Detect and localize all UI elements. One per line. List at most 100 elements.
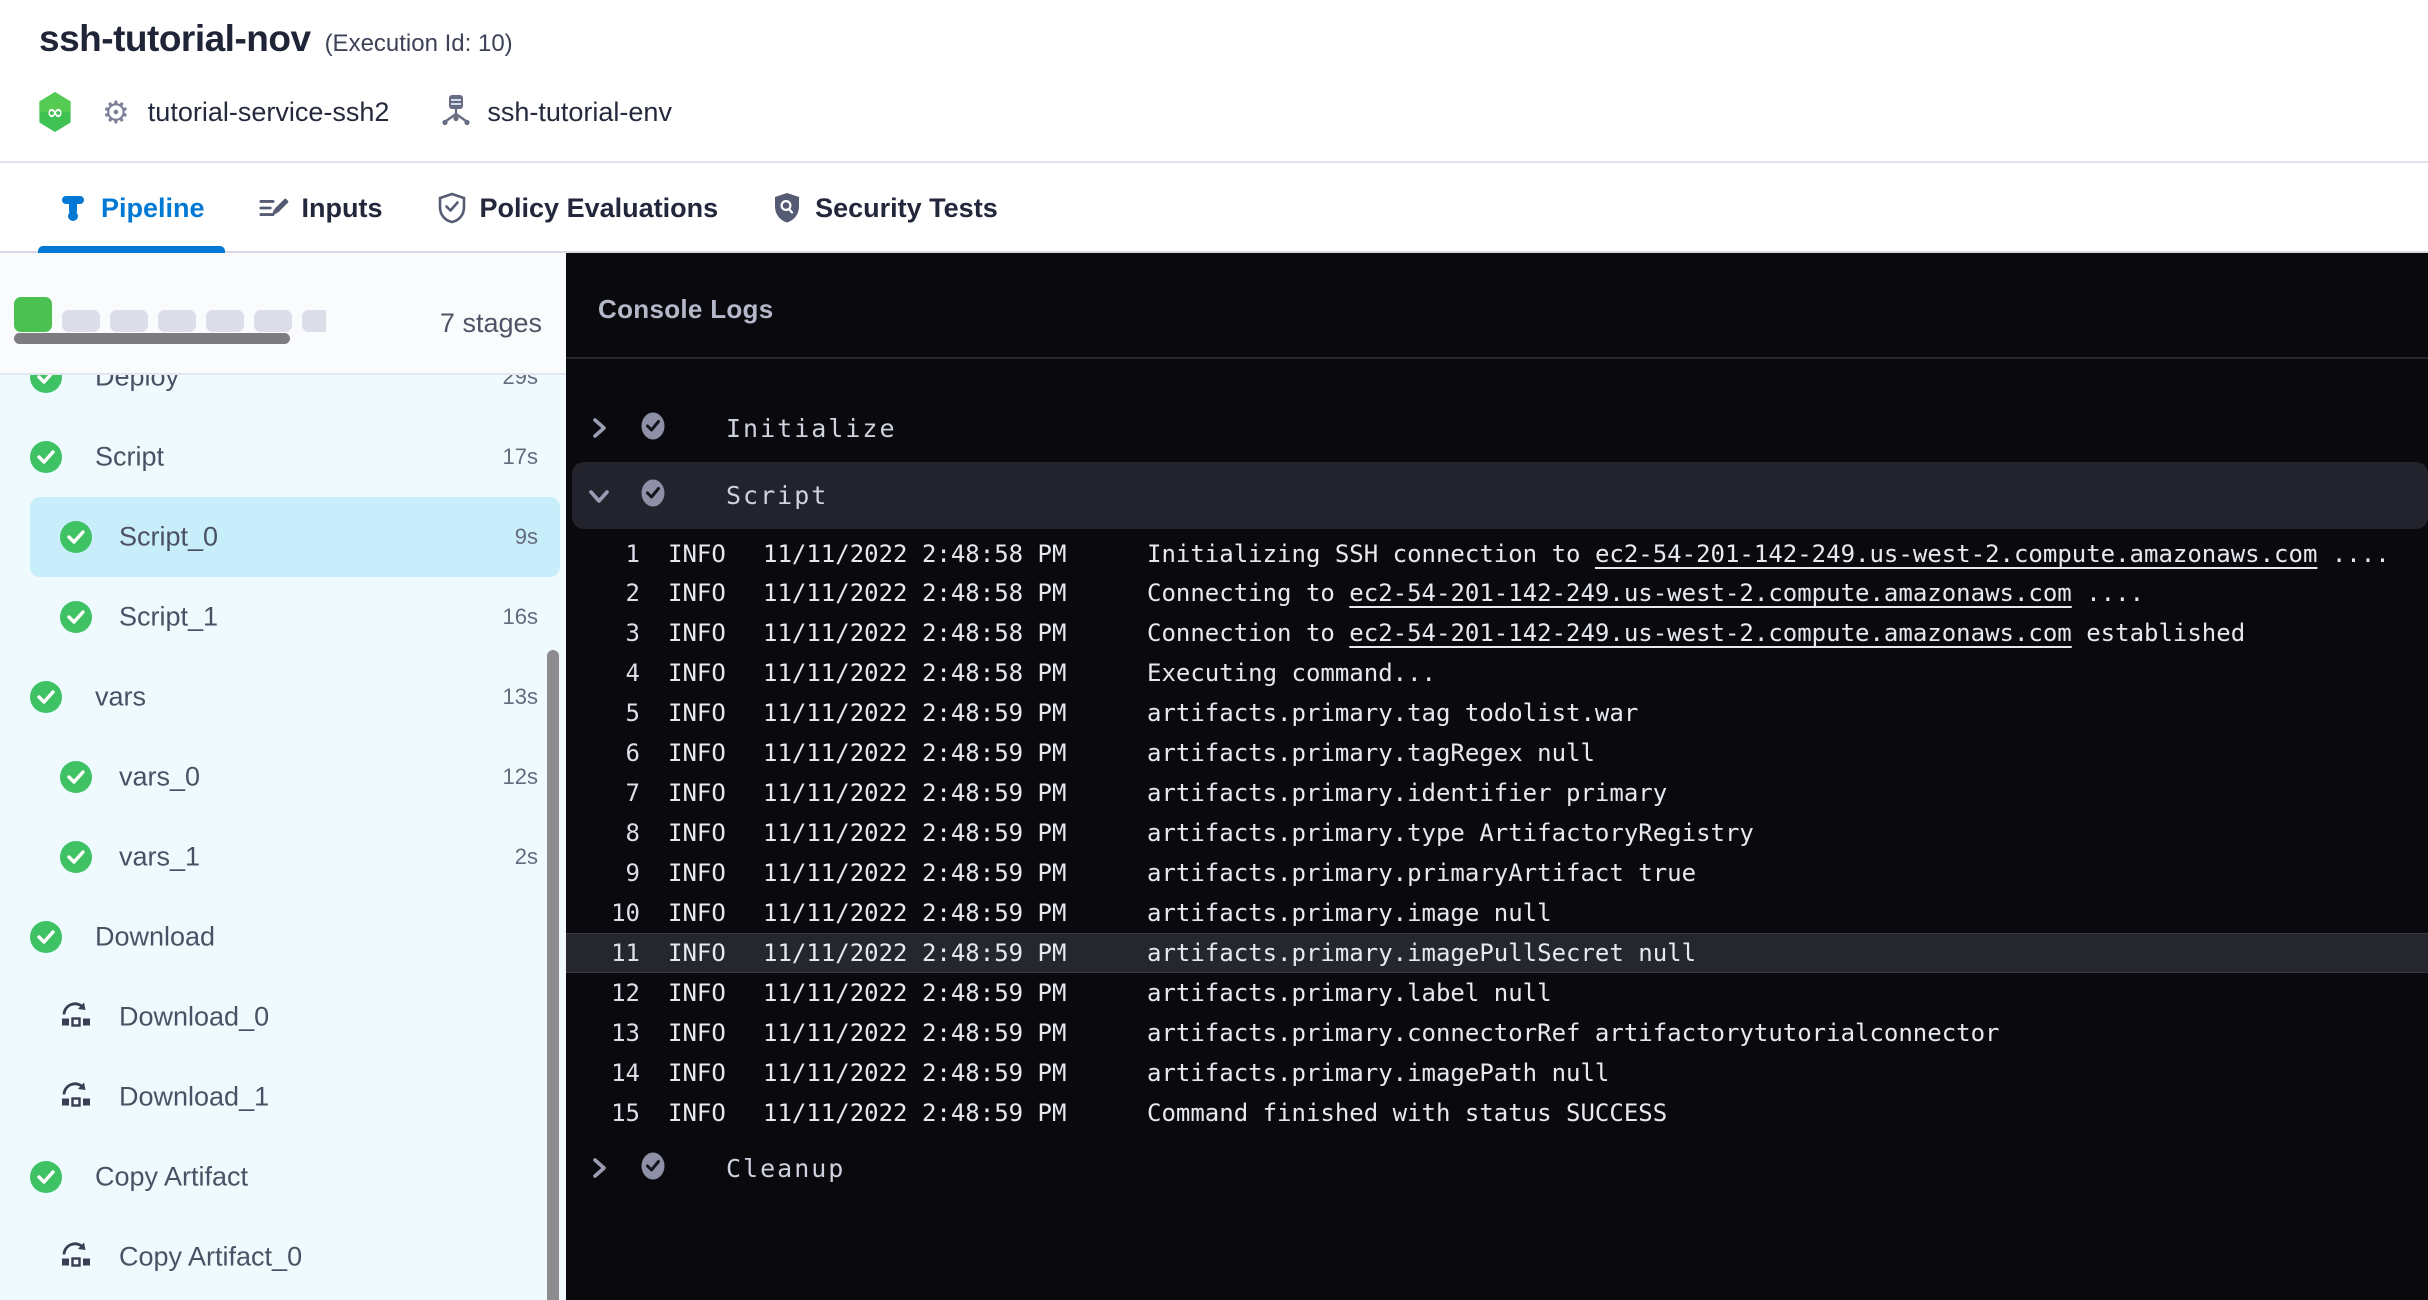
log-line-number: 10 <box>566 899 640 927</box>
section-success-icon <box>640 478 666 513</box>
stage-row-vars_0[interactable]: vars_012s <box>30 737 560 817</box>
stage-duration: 9s <box>515 524 538 550</box>
stage-label: Download <box>95 922 215 953</box>
log-timestamp: 11/11/2022 2:48:59 PM <box>763 939 1066 967</box>
pipeline-execution-page: ssh-tutorial-nov (Execution Id: 10) ∞ ⚙ … <box>0 0 2428 1300</box>
vertical-scrollbar[interactable] <box>547 650 559 1300</box>
stage-row-script[interactable]: Script17s <box>30 417 560 497</box>
console-section-initialize[interactable]: Initialize <box>572 404 2428 452</box>
log-hostname-link[interactable]: ec2-54-201-142-249.us-west-2.compute.ama… <box>1349 579 2071 607</box>
success-check-icon <box>30 1161 62 1193</box>
log-level: INFO <box>668 859 726 887</box>
log-level: INFO <box>668 1099 726 1127</box>
log-message: Initializing SSH connection to ec2-54-20… <box>1147 540 2390 568</box>
log-message-text: artifacts.primary.image null <box>1147 899 1552 927</box>
stage-label: Download_1 <box>119 1082 269 1113</box>
horizontal-scrollbar[interactable] <box>14 333 290 344</box>
stages-count: 7 stages <box>440 308 542 339</box>
service-name[interactable]: tutorial-service-ssh2 <box>148 97 390 128</box>
rollback-steps-icon <box>60 1081 92 1114</box>
log-line-number: 1 <box>566 540 640 568</box>
stage-row-script_0[interactable]: Script_09s <box>30 497 560 577</box>
chevron-down-icon[interactable] <box>586 483 612 509</box>
tab-inputs[interactable]: Inputs <box>239 164 403 252</box>
stage-row-download_1[interactable]: Download_1 <box>30 1057 560 1137</box>
stage-row-copy-artifact[interactable]: Copy Artifact <box>30 1137 560 1217</box>
stage-row-vars_1[interactable]: vars_12s <box>30 817 560 897</box>
stage-row-copy-artifact_0[interactable]: Copy Artifact_0 <box>30 1217 560 1297</box>
log-line-number: 8 <box>566 819 640 847</box>
log-line-10: 10INFO11/11/2022 2:48:59 PMartifacts.pri… <box>566 893 2428 933</box>
log-hostname-link[interactable]: ec2-54-201-142-249.us-west-2.compute.ama… <box>1595 540 2317 568</box>
log-timestamp: 11/11/2022 2:48:58 PM <box>763 540 1066 568</box>
log-timestamp: 11/11/2022 2:48:59 PM <box>763 899 1066 927</box>
log-level: INFO <box>668 699 726 727</box>
rollback-steps-icon <box>60 1001 92 1034</box>
policy-icon <box>437 193 467 223</box>
log-message-suffix: .... <box>2072 579 2144 607</box>
service-gear-icon: ⚙ <box>102 97 130 128</box>
log-message: Connection to ec2-54-201-142-249.us-west… <box>1147 619 2245 647</box>
execution-header: ssh-tutorial-nov (Execution Id: 10) ∞ ⚙ … <box>0 0 2428 163</box>
cd-hexagon-icon: ∞ <box>38 92 72 132</box>
log-message-text: Executing command... <box>1147 659 1436 687</box>
log-level: INFO <box>668 979 726 1007</box>
log-message-text: artifacts.primary.label null <box>1147 979 1552 1007</box>
stage-duration: 17s <box>503 444 538 470</box>
stage-row-script_1[interactable]: Script_116s <box>30 577 560 657</box>
tab-label: Security Tests <box>815 193 998 224</box>
execution-id: (Execution Id: 10) <box>325 30 513 58</box>
log-message-text: Initializing SSH connection to <box>1147 540 1595 568</box>
environment-name[interactable]: ssh-tutorial-env <box>487 97 672 128</box>
log-line-3: 3INFO11/11/2022 2:48:58 PMConnection to … <box>566 613 2428 653</box>
log-level: INFO <box>668 779 726 807</box>
chevron-right-icon[interactable] <box>586 415 612 441</box>
log-line-15: 15INFO11/11/2022 2:48:59 PMCommand finis… <box>566 1093 2428 1133</box>
stage-duration: 2s <box>515 844 538 870</box>
service-environment-row: ∞ ⚙ tutorial-service-ssh2 ssh-tutor <box>38 90 672 134</box>
console-section-cleanup[interactable]: Cleanup <box>572 1144 2428 1192</box>
progress-segment-pending <box>158 310 196 332</box>
log-line-2: 2 INFO 11/11/2022 2:48:58 PM Connecting to … <box>566 573 2428 613</box>
stage-label: Download_0 <box>119 1002 269 1033</box>
console-logs-panel: Console Logs InitializeScriptCleanup1INF… <box>566 253 2428 1300</box>
log-line-11: 11INFO11/11/2022 2:48:59 PMartifacts.pri… <box>566 933 2428 973</box>
log-timestamp: 11/11/2022 2:48:58 PM <box>763 579 1066 607</box>
log-line-number: 14 <box>566 1059 640 1087</box>
log-line-number: 2 <box>566 579 640 607</box>
success-check-icon <box>30 921 62 953</box>
progress-segment-pending <box>62 310 100 332</box>
log-line-4: 4INFO11/11/2022 2:48:58 PMExecuting comm… <box>566 653 2428 693</box>
stage-row-vars[interactable]: vars13s <box>30 657 560 737</box>
log-level: INFO <box>668 579 726 607</box>
log-message: Executing command... <box>1147 659 1436 687</box>
tab-pipeline[interactable]: Pipeline <box>38 164 225 252</box>
log-line-9: 9INFO11/11/2022 2:48:59 PMartifacts.prim… <box>566 853 2428 893</box>
log-message: artifacts.primary.image null <box>1147 899 1552 927</box>
stage-row-download_0[interactable]: Download_0 <box>30 977 560 1057</box>
log-line-5: 5INFO11/11/2022 2:48:59 PMartifacts.prim… <box>566 693 2428 733</box>
log-level: INFO <box>668 1019 726 1047</box>
tab-label: Policy Evaluations <box>480 193 719 224</box>
log-line-number: 3 <box>566 619 640 647</box>
pipeline-icon <box>58 193 88 223</box>
log-message: artifacts.primary.imagePullSecret null <box>1147 939 1696 967</box>
log-message-text: Connecting to <box>1147 579 1349 607</box>
stage-row-download[interactable]: Download <box>30 897 560 977</box>
log-message: Connecting to ec2-54-201-142-249.us-west… <box>1147 579 2144 607</box>
log-message-text: artifacts.primary.identifier primary <box>1147 779 1667 807</box>
log-level: INFO <box>668 619 726 647</box>
log-level: INFO <box>668 739 726 767</box>
log-line-number: 13 <box>566 1019 640 1047</box>
log-message-text: Command finished with status SUCCESS <box>1147 1099 1667 1127</box>
log-hostname-link[interactable]: ec2-54-201-142-249.us-west-2.compute.ama… <box>1349 619 2071 647</box>
chevron-right-icon[interactable] <box>586 1155 612 1181</box>
console-section-script[interactable]: Script <box>572 462 2428 529</box>
page-title: ssh-tutorial-nov <box>39 18 311 60</box>
section-success-icon <box>640 1151 666 1186</box>
stages-progress-header: 7 stages <box>0 253 566 375</box>
tab-security-tests[interactable]: Security Tests <box>752 164 1018 252</box>
tab-policy-evaluations[interactable]: Policy Evaluations <box>417 164 739 252</box>
log-level: INFO <box>668 939 726 967</box>
security-icon <box>772 193 802 223</box>
